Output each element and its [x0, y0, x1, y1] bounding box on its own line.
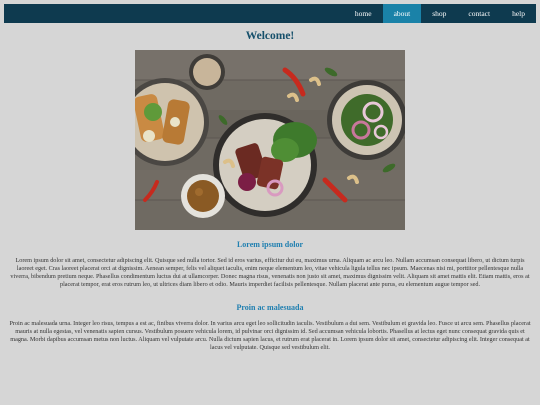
page-title: Welcome! — [245, 30, 295, 42]
hero-food-image — [135, 50, 405, 230]
section-heading: Lorem ipsum dolor — [236, 240, 304, 249]
nav-home[interactable]: home — [344, 4, 383, 23]
nav-contact[interactable]: contact — [457, 4, 501, 23]
nav-shop[interactable]: shop — [421, 4, 457, 23]
page: home about shop contact help Welcome! Lo… — [0, 0, 540, 405]
section-paragraph: Lorem ipsum dolor sit amet, consectetur … — [10, 257, 530, 288]
section-paragraph: Proin ac malesuada urna. Integer leo ris… — [9, 320, 531, 351]
nav-about[interactable]: about — [382, 4, 422, 23]
section-heading: Proin ac malesuada — [236, 303, 304, 312]
top-navbar: home about shop contact help — [4, 4, 536, 23]
nav-help[interactable]: help — [501, 4, 536, 23]
